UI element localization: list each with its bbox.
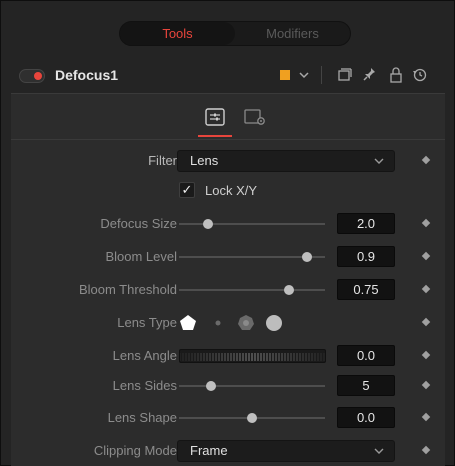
keyframe-button[interactable] — [421, 412, 431, 422]
color-dropdown-chevron-icon[interactable] — [295, 65, 313, 85]
bloom-level-label: Bloom Level — [105, 249, 177, 264]
slider-knob[interactable] — [247, 413, 257, 423]
node-header: Defocus1 — [11, 61, 446, 91]
lock-xy-label: Lock X/Y — [205, 183, 258, 198]
keyframe-button[interactable] — [421, 251, 431, 261]
bloom-threshold-label: Bloom Threshold — [78, 282, 177, 297]
bloom-level-row: Bloom Level 0.9 — [11, 246, 445, 268]
lens-shape-label: Lens Shape — [107, 410, 177, 425]
bloom-level-value[interactable]: 0.9 — [337, 246, 395, 267]
keyframe-button[interactable] — [421, 155, 431, 165]
lens-sides-value[interactable]: 5 — [337, 375, 395, 396]
keyframe-button[interactable] — [421, 218, 431, 228]
small-circle-icon[interactable] — [209, 314, 227, 332]
lock-xy-row: ✓ Lock X/Y — [11, 180, 445, 202]
node-name[interactable]: Defocus1 — [55, 67, 118, 83]
toggle-indicator — [34, 72, 42, 80]
lens-shape-slider[interactable] — [179, 413, 325, 423]
lens-shape-row: Lens Shape 0.0 — [11, 407, 445, 429]
window-icon[interactable] — [335, 65, 353, 85]
reset-icon[interactable] — [411, 65, 429, 85]
clipping-mode-dropdown[interactable]: Frame — [177, 440, 395, 462]
circle-icon[interactable] — [265, 314, 283, 332]
lens-angle-row: Lens Angle 0.0 — [11, 345, 445, 367]
keyframe-button[interactable] — [421, 380, 431, 390]
clipping-mode-value: Frame — [190, 443, 228, 458]
tab-switch: Tools Modifiers — [119, 21, 351, 46]
defocus-size-row: Defocus Size 2.0 — [11, 213, 445, 235]
tab-tools[interactable]: Tools — [120, 22, 235, 45]
inspector-subtabs — [11, 94, 445, 140]
slider-knob[interactable] — [302, 252, 313, 262]
pentagon-icon[interactable] — [179, 314, 197, 332]
node-color-swatch[interactable] — [280, 70, 290, 80]
keyframe-button[interactable] — [421, 284, 431, 294]
keyframe-button[interactable] — [421, 350, 431, 360]
heptagon-icon[interactable] — [237, 314, 255, 332]
lens-sides-slider[interactable] — [179, 381, 325, 391]
lock-icon[interactable] — [387, 65, 405, 85]
lens-angle-thumbwheel[interactable] — [179, 349, 326, 363]
lens-sides-row: Lens Sides 5 — [11, 375, 445, 397]
inspector-window: Tools Modifiers Defocus1 Filter Lens ✓ L… — [0, 0, 455, 466]
filter-value: Lens — [190, 153, 219, 168]
active-subtab-underline — [198, 135, 232, 137]
lens-type-row: Lens Type — [11, 312, 445, 334]
filter-dropdown[interactable]: Lens — [177, 150, 395, 172]
lock-xy-checkbox[interactable]: ✓ — [179, 182, 195, 198]
lens-sides-label: Lens Sides — [112, 378, 177, 393]
tab-modifiers[interactable]: Modifiers — [235, 22, 350, 45]
slider-knob[interactable] — [283, 285, 294, 295]
chevron-down-icon — [374, 441, 384, 466]
header-separator — [321, 66, 322, 84]
slider-knob[interactable] — [206, 381, 217, 391]
node-enable-toggle[interactable] — [19, 69, 45, 83]
defocus-size-value[interactable]: 2.0 — [337, 213, 395, 234]
keyframe-button[interactable] — [421, 445, 431, 455]
slider-knob[interactable] — [203, 219, 214, 229]
lens-type-label: Lens Type — [117, 315, 177, 330]
clipping-mode-row: Clipping Mode Frame — [11, 440, 445, 462]
filter-label: Filter — [148, 153, 177, 168]
defocus-size-slider[interactable] — [179, 219, 325, 229]
lens-angle-value[interactable]: 0.0 — [337, 345, 395, 366]
lens-angle-label: Lens Angle — [112, 348, 177, 363]
bloom-level-slider[interactable] — [179, 252, 325, 262]
chevron-down-icon — [374, 151, 384, 178]
clipping-mode-label: Clipping Mode — [93, 443, 177, 458]
inspector-panel: Filter Lens ✓ Lock X/Y Defocus Size 2.0 … — [11, 93, 445, 466]
defocus-size-label: Defocus Size — [100, 216, 177, 231]
bloom-threshold-row: Bloom Threshold 0.75 — [11, 279, 445, 301]
keyframe-button[interactable] — [421, 317, 431, 327]
settings-gear-icon[interactable] — [242, 104, 268, 130]
tab-bar: Tools Modifiers — [1, 1, 455, 55]
pin-icon[interactable] — [361, 65, 379, 85]
lens-shape-value[interactable]: 0.0 — [337, 407, 395, 428]
filter-row: Filter Lens — [11, 150, 445, 172]
bloom-threshold-value[interactable]: 0.75 — [337, 279, 395, 300]
settings-sliders-icon[interactable] — [198, 104, 232, 137]
bloom-threshold-slider[interactable] — [179, 285, 325, 295]
